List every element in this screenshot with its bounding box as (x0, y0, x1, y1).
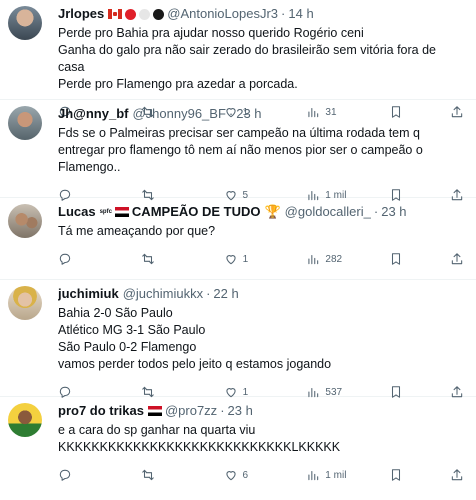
tweet-header: Jrlopes @AntonioLopesJr3 · 14 h (58, 6, 464, 22)
avatar[interactable] (8, 6, 42, 40)
views-button[interactable]: 282 (306, 252, 346, 266)
like-button[interactable]: 1 (224, 252, 264, 266)
tweet[interactable]: juchimiuk @juchimiukkx · 22 h Bahia 2-0 … (0, 280, 476, 398)
display-name[interactable]: pro7 do trikas (58, 403, 144, 419)
reply-icon (59, 469, 71, 481)
tweet-header: juchimiuk @juchimiukkx · 22 h (58, 286, 464, 302)
user-handle[interactable]: @AntonioLopesJr3 (167, 6, 278, 22)
timestamp[interactable]: 22 h (213, 286, 238, 302)
trophy-icon: 🏆 (264, 204, 281, 219)
avatar[interactable] (8, 286, 42, 320)
tweet-text: Fds se o Palmeiras precisar ser campeão … (58, 126, 423, 174)
separator-dot: · (220, 403, 225, 418)
team-tag: spfc (99, 209, 112, 215)
share-icon (451, 469, 463, 481)
tweet[interactable]: Lucas spfc CAMPEÃO DE TUDO 🏆 @goldocalle… (0, 198, 476, 280)
egypt-flag-icon (147, 406, 162, 416)
avatar[interactable] (8, 106, 42, 140)
bookmark-icon (392, 469, 401, 481)
tweet-text: e a cara do sp ganhar na quarta viu KKKK… (58, 423, 341, 454)
egypt-flag-icon (114, 207, 129, 217)
user-handle[interactable]: @pro7zz (165, 403, 217, 419)
display-name-suffix: CAMPEÃO DE TUDO (131, 204, 261, 219)
tweet[interactable]: pro7 do trikas @pro7zz · 23 h e a cara d… (0, 397, 476, 500)
canada-flag-icon (108, 9, 123, 19)
share-icon (451, 253, 463, 265)
retweet-icon (142, 253, 154, 265)
views-icon (308, 254, 319, 265)
reply-icon (59, 253, 71, 265)
bookmark-icon (392, 253, 401, 265)
views-count: 537 (325, 386, 343, 398)
tweet-header: Jh@nny_bf @Jhonny96_BF · 23 h (58, 106, 464, 122)
timestamp[interactable]: 14 h (288, 6, 313, 22)
tweet-header: Lucas spfc CAMPEÃO DE TUDO 🏆 @goldocalle… (58, 204, 464, 220)
tweet-text: Perde pro Bahia pra ajudar nosso querido… (58, 26, 436, 91)
like-button[interactable]: 6 (224, 468, 264, 482)
retweet-button[interactable] (141, 252, 181, 266)
tweet[interactable]: Jrlopes @AntonioLopesJr3 · 14 h Perde pr… (0, 0, 476, 118)
tweet-text: Tá me ameaçando por que? (58, 224, 216, 238)
avatar[interactable] (8, 204, 42, 238)
user-handle[interactable]: @Jhonny96_BF (132, 106, 225, 122)
tweet[interactable]: Jh@nny_bf @Jhonny96_BF · 23 h Fds se o P… (0, 100, 476, 201)
tweet-header: pro7 do trikas @pro7zz · 23 h (58, 403, 464, 419)
black-circle-icon (153, 8, 165, 20)
like-count: 1 (242, 253, 249, 265)
timestamp[interactable]: 23 h (236, 106, 261, 122)
heart-icon (225, 255, 236, 265)
separator-dot: · (206, 286, 211, 301)
share-button[interactable] (450, 252, 464, 266)
like-count: 6 (242, 469, 249, 481)
display-name[interactable]: juchimiuk (58, 286, 119, 302)
white-circle-icon (139, 8, 151, 20)
tweet-actions: 6 1 mil (58, 460, 464, 490)
user-handle[interactable]: @juchimiukkx (123, 286, 203, 302)
share-button[interactable] (450, 468, 464, 482)
timestamp[interactable]: 23 h (381, 204, 406, 220)
views-count: 282 (325, 253, 343, 265)
replies-feed: Jrlopes @AntonioLopesJr3 · 14 h Perde pr… (0, 0, 476, 500)
user-handle[interactable]: @goldocalleri_ (285, 204, 371, 220)
avatar[interactable] (8, 403, 42, 437)
separator-dot: · (281, 6, 286, 21)
separator-dot: · (228, 106, 234, 121)
timestamp[interactable]: 23 h (228, 403, 253, 419)
views-count: 1 mil (325, 469, 347, 481)
heart-icon (225, 471, 236, 481)
like-count: 1 (242, 386, 249, 398)
retweet-icon (141, 469, 154, 481)
display-name[interactable]: Jh@nny_bf (58, 106, 128, 122)
separator-dot: · (373, 204, 379, 219)
tweet-actions: 1 282 (58, 244, 464, 274)
display-name[interactable]: Jrlopes (58, 6, 104, 22)
bookmark-button[interactable] (389, 468, 407, 482)
views-icon (308, 470, 319, 481)
reply-button[interactable] (58, 252, 98, 266)
red-circle-icon (125, 8, 137, 20)
tweet-text: Bahia 2-0 São Paulo Atlético MG 3-1 São … (58, 306, 332, 371)
views-button[interactable]: 1 mil (306, 468, 346, 482)
retweet-button[interactable] (141, 468, 181, 482)
bookmark-button[interactable] (389, 252, 407, 266)
display-name[interactable]: Lucas (58, 204, 96, 220)
reply-button[interactable] (58, 468, 98, 482)
